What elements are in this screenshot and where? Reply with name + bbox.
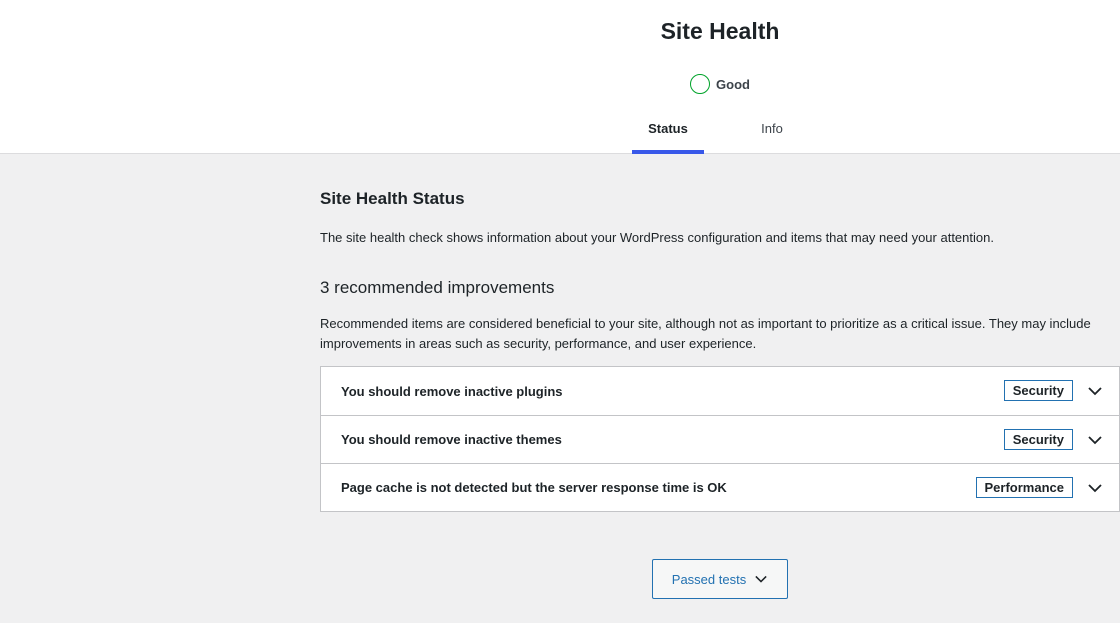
accordion-item-inactive-themes[interactable]: You should remove inactive themes Securi… <box>321 415 1119 463</box>
site-health-header: Site Health Good Status Info <box>0 0 1120 154</box>
accordion-item-title: Page cache is not detected but the serve… <box>341 480 727 495</box>
category-badge: Security <box>1003 429 1073 450</box>
section-heading: Site Health Status <box>320 189 465 208</box>
accordion-item-title: You should remove inactive plugins <box>341 383 563 399</box>
chevron-down-icon[interactable] <box>1087 384 1103 398</box>
improvements-heading: 3 recommended improvements <box>320 278 555 297</box>
category-badge: Security <box>1003 380 1073 401</box>
passed-tests-button[interactable]: Passed tests <box>652 559 788 599</box>
status-label: Good <box>716 76 750 92</box>
status-circle-icon <box>690 74 711 94</box>
accordion-item-title: You should remove inactive themes <box>341 432 562 447</box>
page-title: Site Health <box>660 18 780 44</box>
passed-tests-label: Passed tests <box>671 571 747 587</box>
improvements-description: Recommended items are considered benefic… <box>320 316 1091 351</box>
chevron-down-icon <box>755 575 767 583</box>
chevron-down-icon[interactable] <box>1087 433 1103 447</box>
tab-status[interactable]: Status <box>632 104 704 154</box>
tab-info[interactable]: Info <box>736 104 808 154</box>
accordion-item-inactive-plugins[interactable]: You should remove inactive plugins Secur… <box>321 367 1119 415</box>
improvements-accordion: You should remove inactive plugins Secur… <box>320 366 1120 512</box>
chevron-down-icon[interactable] <box>1087 481 1103 495</box>
health-status: Good <box>640 74 800 94</box>
category-badge: Performance <box>975 477 1073 498</box>
intro-text: The site health check shows information … <box>320 230 994 245</box>
accordion-item-page-cache[interactable]: Page cache is not detected but the serve… <box>321 463 1119 511</box>
